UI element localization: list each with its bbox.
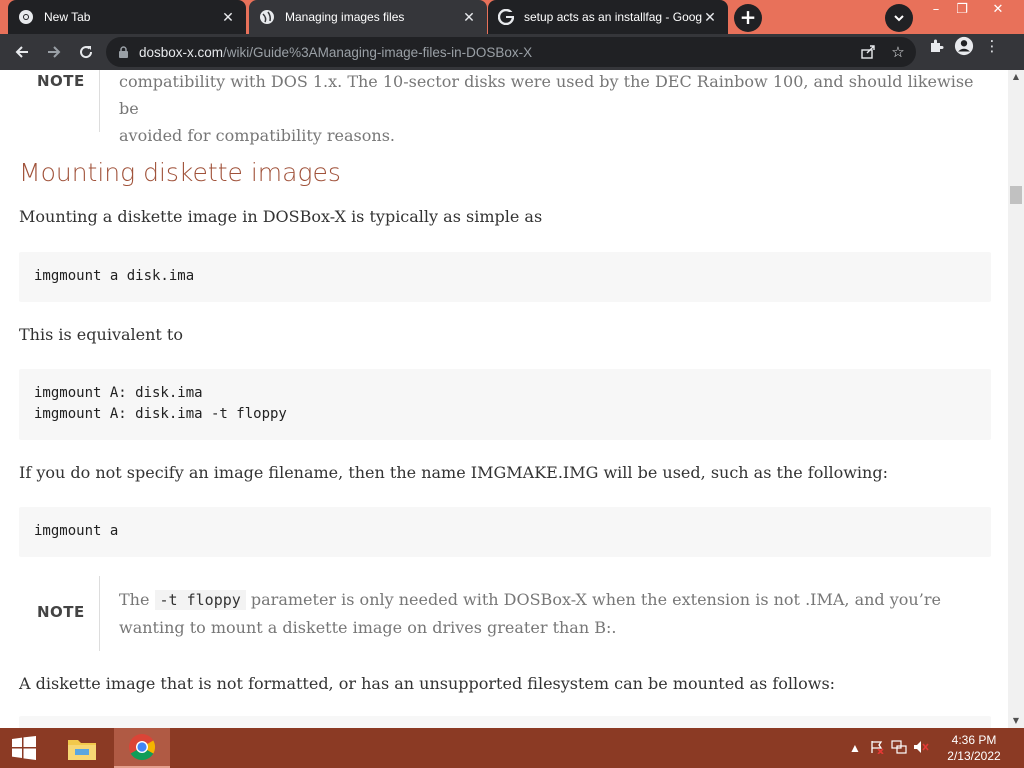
back-button[interactable] bbox=[6, 36, 38, 68]
google-icon bbox=[498, 9, 514, 25]
file-explorer-icon[interactable] bbox=[54, 728, 110, 768]
paragraph: A diskette image that is not formatted, … bbox=[19, 674, 836, 693]
address-bar[interactable]: dosbox-x.com/wiki/Guide%3AManaging-image… bbox=[106, 37, 916, 67]
start-button[interactable] bbox=[0, 728, 48, 768]
scroll-up-arrow-icon[interactable]: ▲ bbox=[1008, 70, 1024, 84]
lock-icon bbox=[119, 45, 128, 58]
chevron-up-icon[interactable]: ▲ bbox=[844, 741, 866, 755]
clock-date: 2/13/2022 bbox=[947, 749, 1001, 763]
note-line: The -t floppy parameter is only needed w… bbox=[119, 586, 979, 614]
network-icon[interactable] bbox=[888, 739, 910, 757]
action-center-flag-icon[interactable] bbox=[866, 740, 888, 757]
note-label: NOTE bbox=[37, 603, 85, 621]
note-text: compatibility with DOS 1.x. The 10-secto… bbox=[119, 70, 979, 149]
chrome-icon bbox=[129, 734, 156, 761]
share-icon[interactable] bbox=[858, 42, 878, 62]
tab-label: New Tab bbox=[44, 10, 91, 24]
close-tab-icon[interactable]: ✕ bbox=[220, 9, 236, 25]
note-label: NOTE bbox=[37, 72, 85, 90]
tab-label: setup acts as an installfag - Goog bbox=[524, 10, 702, 24]
code-block: imgmount a disk.ima bbox=[19, 252, 991, 302]
reload-icon bbox=[80, 46, 93, 59]
code-line: imgmount A: disk.ima -t floppy bbox=[34, 406, 287, 422]
note-text-part: The bbox=[119, 590, 155, 609]
inline-code: -t floppy bbox=[154, 590, 246, 610]
extensions-icon[interactable] bbox=[926, 36, 946, 56]
paragraph: This is equivalent to bbox=[19, 325, 183, 344]
windows-logo-icon bbox=[12, 736, 36, 760]
section-heading: Mounting diskette images bbox=[19, 158, 341, 187]
arrow-left-icon bbox=[15, 46, 28, 58]
system-tray: ▲ 4:36 PM 2/13/2022 bbox=[844, 728, 1024, 768]
menu-kebab-icon[interactable]: ⋮ bbox=[982, 36, 1002, 56]
globe-icon bbox=[259, 9, 275, 25]
close-tab-icon[interactable]: ✕ bbox=[461, 9, 477, 25]
url-path: /wiki/Guide%3AManaging-image-files-in-DO… bbox=[223, 44, 533, 60]
bookmark-star-icon[interactable]: ☆ bbox=[888, 42, 908, 62]
code-line: imgmount a disk.ima bbox=[34, 268, 195, 284]
note-line: compatibility with DOS 1.x. The 10-secto… bbox=[119, 72, 974, 118]
forward-button[interactable] bbox=[38, 36, 70, 68]
note-line: wanting to mount a diskette image on dri… bbox=[119, 618, 617, 637]
code-line: imgmount a bbox=[34, 523, 119, 539]
new-tab-button[interactable]: + bbox=[734, 4, 762, 32]
tab-search-button[interactable] bbox=[885, 4, 913, 32]
profile-avatar-icon[interactable] bbox=[954, 36, 974, 56]
scroll-down-arrow-icon[interactable]: ▼ bbox=[1008, 714, 1024, 728]
tab-managing-images[interactable]: Managing images files ✕ bbox=[249, 0, 487, 34]
code-block: imgmount A: disk.ima imgmount A: disk.im… bbox=[19, 369, 991, 440]
note-divider bbox=[99, 576, 100, 651]
note-line: avoided for compatibility reasons. bbox=[119, 126, 395, 145]
arrow-right-icon bbox=[48, 46, 61, 58]
note-text-part: parameter is only needed with DOSBox-X w… bbox=[245, 590, 941, 609]
chrome-taskbar-button[interactable] bbox=[114, 728, 170, 768]
clock-time: 4:36 PM bbox=[951, 733, 997, 747]
url-host: dosbox-x.com bbox=[139, 44, 224, 60]
close-tab-icon[interactable]: ✕ bbox=[702, 9, 718, 25]
note-divider bbox=[99, 70, 100, 132]
windows-taskbar: ▲ 4:36 PM 2/13/2022 bbox=[0, 728, 1024, 768]
close-window-button[interactable]: ✕ bbox=[980, 0, 1016, 22]
page-content: NOTE compatibility with DOS 1.x. The 10-… bbox=[0, 70, 1008, 728]
browser-toolbar: dosbox-x.com/wiki/Guide%3AManaging-image… bbox=[0, 34, 1024, 70]
volume-muted-icon[interactable] bbox=[910, 740, 932, 757]
url-text: dosbox-x.com/wiki/Guide%3AManaging-image… bbox=[139, 45, 532, 60]
tab-google-search[interactable]: setup acts as an installfag - Goog ✕ bbox=[488, 0, 728, 34]
tab-label: Managing images files bbox=[285, 10, 405, 24]
system-clock[interactable]: 4:36 PM 2/13/2022 bbox=[938, 732, 1010, 764]
code-block: imgmount a bbox=[19, 507, 991, 557]
paragraph: Mounting a diskette image in DOSBox-X is… bbox=[19, 207, 543, 226]
code-line: imgmount A: disk.ima bbox=[34, 385, 203, 401]
scrollbar-thumb[interactable] bbox=[1010, 186, 1022, 204]
code-block bbox=[19, 716, 991, 728]
reload-button[interactable] bbox=[70, 36, 102, 68]
note-text: The -t floppy parameter is only needed w… bbox=[119, 586, 979, 641]
vertical-scrollbar[interactable]: ▲ ▼ bbox=[1008, 70, 1024, 728]
tab-strip: New Tab ✕ Managing images files ✕ setup … bbox=[0, 0, 1024, 34]
restore-button[interactable]: ❐ bbox=[944, 0, 980, 22]
paragraph: If you do not specify an image filename,… bbox=[19, 463, 888, 482]
chrome-icon bbox=[18, 9, 34, 25]
tab-new-tab[interactable]: New Tab ✕ bbox=[8, 0, 246, 34]
chevron-down-icon bbox=[894, 15, 904, 22]
